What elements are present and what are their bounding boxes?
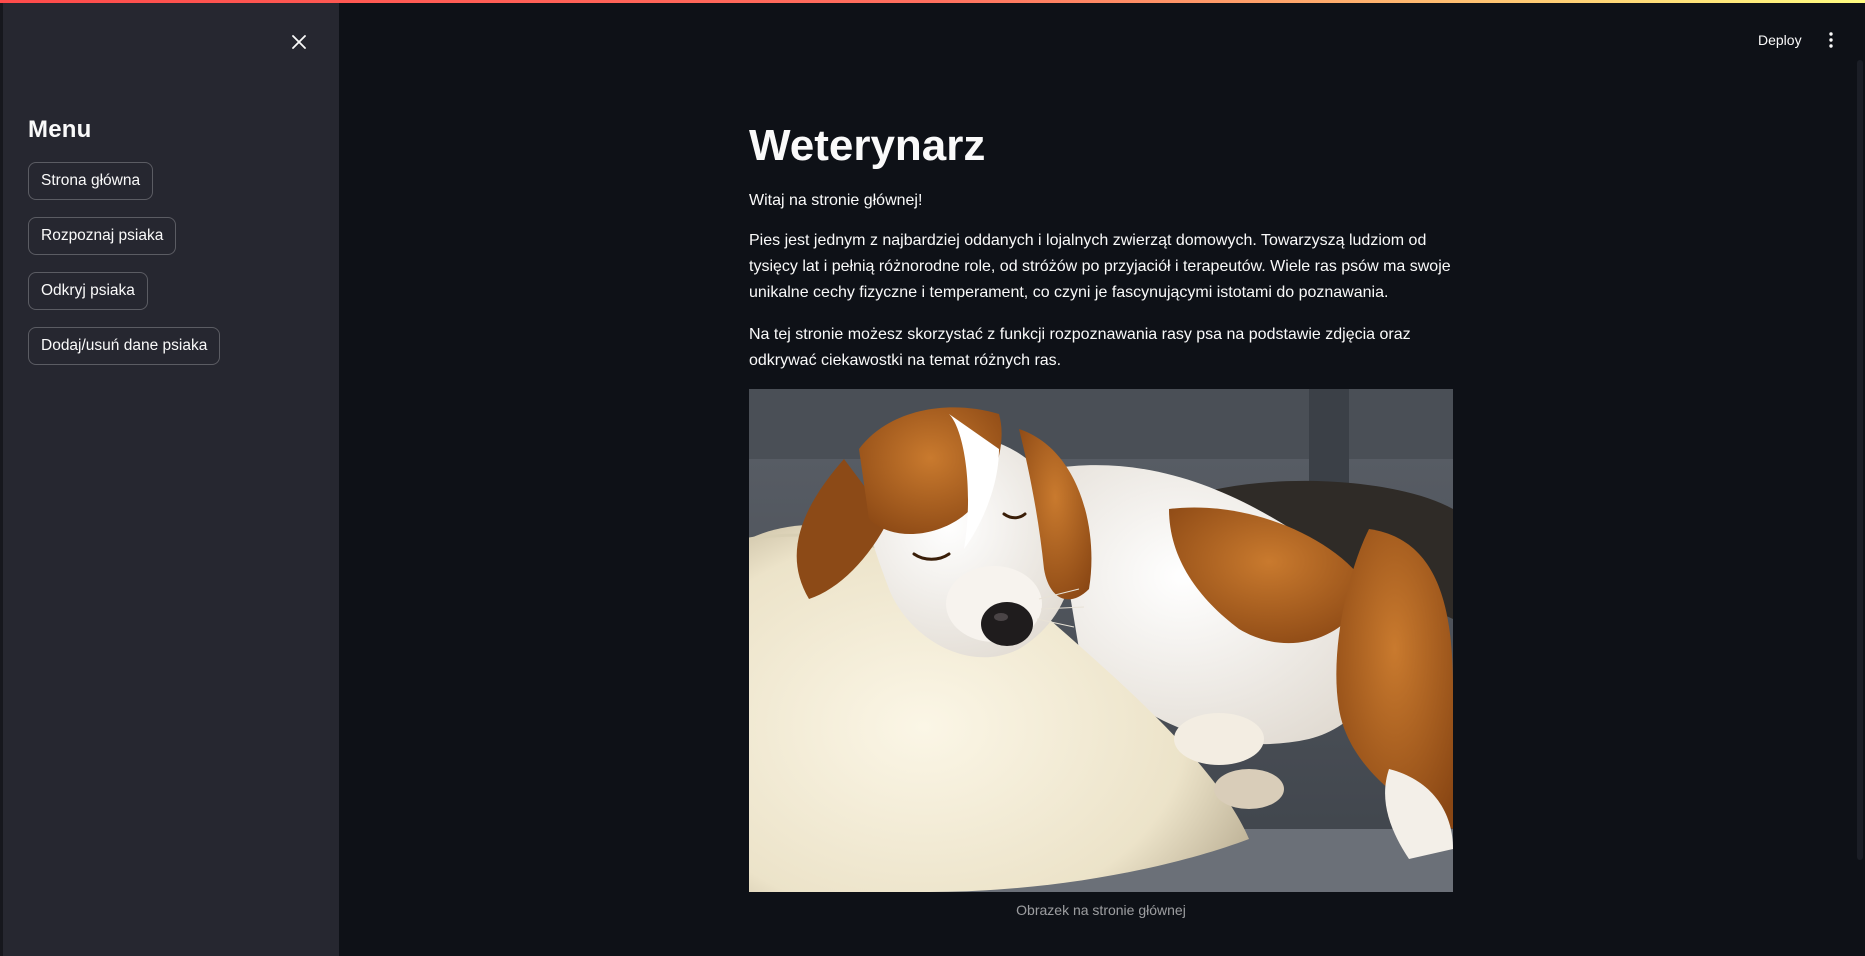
features-paragraph: Na tej stronie możesz skorzystać z funkc… [749,326,1411,369]
deploy-button[interactable]: Deploy [1750,26,1810,54]
welcome-text: Witaj na stronie głównej! [749,192,923,209]
scrollbar[interactable] [1857,60,1863,860]
image-caption: Obrazek na stronie głównej [1016,902,1186,918]
sidebar-menu: Strona główna Rozpoznaj psiaka Odkryj ps… [28,162,221,365]
sidebar: Menu Strona główna Rozpoznaj psiaka Odkr… [0,0,339,956]
page-title: Weterynarz [749,121,986,170]
main-content: Weterynarz Witaj na stronie głównej! Pie… [749,116,1453,918]
beagle-photo [749,389,1453,892]
intro-paragraph: Pies jest jednym z najbardziej oddanych … [749,232,1451,301]
recognize-dog-button[interactable]: Rozpoznaj psiaka [28,217,177,255]
sidebar-title: Menu [28,116,92,143]
add-remove-dog-data-button[interactable]: Dodaj/usuń dane psiaka [28,327,221,365]
top-decoration-bar [0,0,1865,3]
home-page-button[interactable]: Strona główna [28,162,154,200]
close-icon[interactable] [285,28,313,56]
discover-dog-button[interactable]: Odkryj psiaka [28,272,148,310]
app-window: Menu Strona główna Rozpoznaj psiaka Odkr… [0,0,1865,956]
kebab-menu-icon[interactable] [1820,26,1842,54]
